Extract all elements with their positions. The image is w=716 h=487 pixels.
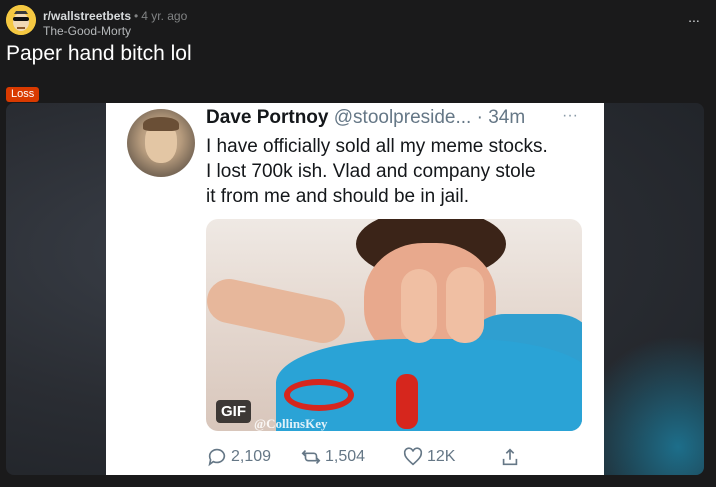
tweet-avatar [127,109,195,177]
separator: • [134,9,139,23]
subreddit-line: r/wallstreetbets • 4 yr. ago [43,9,187,23]
more-options-button[interactable]: ... [684,10,704,28]
tweet-text: I have officially sold all my meme stock… [206,134,596,209]
reply-count: 2,109 [231,448,272,465]
post-header: r/wallstreetbets • 4 yr. ago The-Good-Mort… [6,5,706,39]
tweet-line: it from me and should be in jail. [206,186,469,207]
reply-action: 2,109 [206,445,271,469]
gif-toy [284,379,354,411]
share-icon [502,448,518,466]
subreddit-name[interactable]: r/wallstreetbets [43,9,131,23]
subreddit-avatar-icon[interactable] [6,5,36,35]
gif-hand-right [446,267,484,343]
tweet-header: Dave Portnoy @stoolpreside... · 34m [206,107,525,129]
share-action [499,445,524,469]
post-age: 4 yr. ago [141,9,188,23]
post-media[interactable]: Dave Portnoy @stoolpreside... · 34m ··· … [6,103,704,475]
tweet-gif-image: GIF @CollinsKey [206,219,582,431]
like-count: 12K [427,448,456,465]
gif-hand-left [401,269,437,343]
reply-icon [208,448,226,467]
tweet-line: I have officially sold all my meme stock… [206,136,548,157]
gif-toy-handle [396,374,418,429]
tweet-card: Dave Portnoy @stoolpreside... · 34m ··· … [106,103,604,475]
tweet-more-icon: ··· [562,107,578,124]
tweet-time: · 34m [476,107,526,128]
tweet-line: I lost 700k ish. Vlad and company stole [206,161,536,182]
retweet-action: 1,504 [300,445,365,469]
post-author[interactable]: The-Good-Morty [43,24,131,38]
gif-arm [206,274,350,348]
retweet-icon [301,449,321,465]
gif-badge: GIF [216,400,251,423]
retweet-count: 1,504 [325,448,366,465]
like-icon [403,447,423,466]
like-action: 12K [402,445,455,469]
avatar-hair [143,117,179,131]
post-title: Paper hand bitch lol [6,42,192,65]
tweet-actions: 2,109 1,504 12K [206,445,586,469]
tweet-author-name: Dave Portnoy [206,107,329,128]
tweet-handle: @stoolpreside... [333,107,472,128]
post-flair[interactable]: Loss [6,87,40,102]
gif-watermark: @CollinsKey [254,416,328,431]
